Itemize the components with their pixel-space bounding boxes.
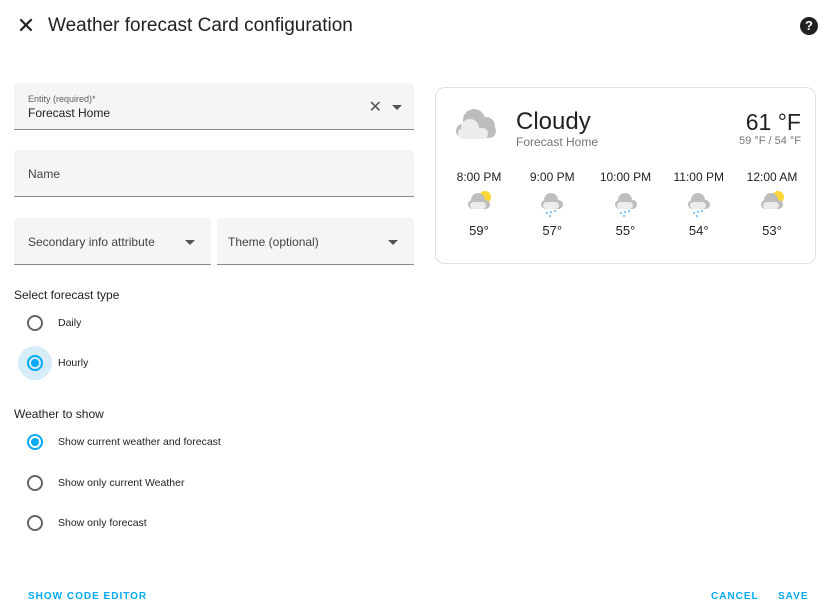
forecast-time: 10:00 PM [599,170,652,184]
theme-select[interactable]: Theme (optional) [217,218,414,265]
radio-daily[interactable] [27,315,43,331]
radio-current-and-forecast[interactable] [27,434,43,450]
forecast-item: 12:00 AM 53° [737,170,807,238]
entity-field[interactable]: Entity (required)* Forecast Home ✕ [14,83,414,130]
forecast-item: 8:00 PM 59° [444,170,514,238]
forecast-time: 11:00 PM [673,170,724,184]
forecast-temp: 59° [469,223,489,238]
forecast-time: 8:00 PM [456,170,502,184]
weather-card-preview[interactable]: Cloudy Forecast Home 61 °F 59 °F / 54 °F… [435,87,816,264]
chevron-down-icon [185,240,195,245]
forecast-temp: 57° [542,223,563,238]
forecast-item: 11:00 PM 54° [664,170,734,238]
dialog-header: ✕ Weather forecast Card configuration ? [0,0,832,52]
radio-hourly[interactable] [27,355,43,371]
forecast-item: 10:00 PM 55° [591,170,661,238]
secondary-info-select[interactable]: Secondary info attribute [14,218,211,265]
partly-cloudy-icon [761,191,784,209]
chevron-down-icon [388,240,398,245]
name-field[interactable]: Name [14,150,414,197]
rainy-icon [687,193,710,217]
forecast-item: 9:00 PM 57° [517,170,587,238]
help-icon[interactable]: ? [800,17,818,35]
chevron-down-icon[interactable] [392,105,402,110]
partly-cloudy-icon [468,191,491,209]
cloudy-icon [456,109,496,139]
rainy-icon [541,193,564,217]
save-button[interactable]: SAVE [778,591,809,602]
cancel-button[interactable]: CANCEL [711,591,759,602]
forecast-time: 12:00 AM [746,170,798,184]
forecast-temp: 54° [688,223,709,238]
show-code-editor-button[interactable]: SHOW CODE EDITOR [28,591,147,602]
radio-forecast-only[interactable] [27,515,43,531]
forecast-temp: 53° [762,223,782,238]
forecast-temp: 55° [615,223,636,238]
dialog-title: Weather forecast Card configuration [48,15,353,36]
forecast-time: 9:00 PM [529,170,575,184]
rainy-icon [614,193,637,217]
radio-current-only[interactable] [27,475,43,491]
close-icon[interactable]: ✕ [14,14,38,38]
clear-icon[interactable]: ✕ [369,97,382,117]
